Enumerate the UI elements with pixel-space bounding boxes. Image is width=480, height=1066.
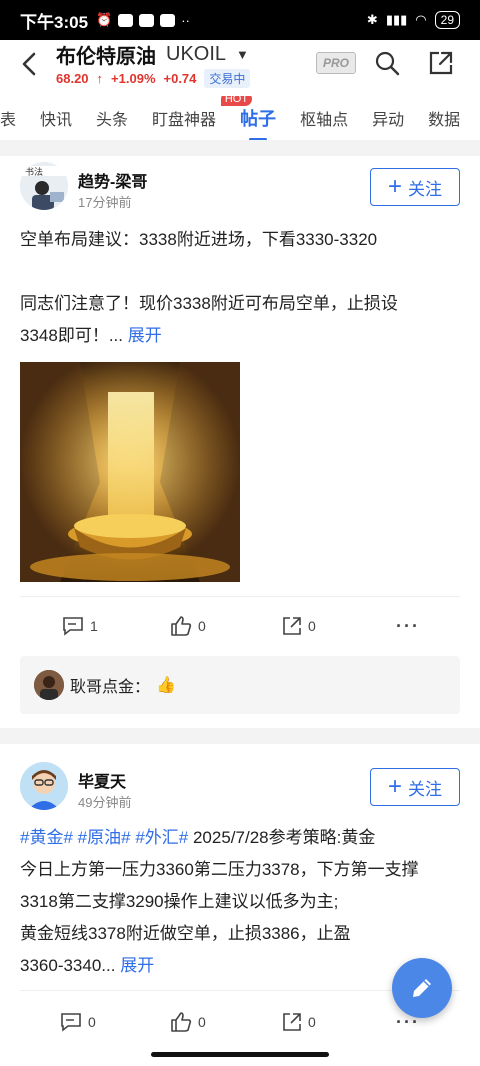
section-divider: [0, 728, 480, 744]
tab-bar: 表 快讯 头条 盯盘神器 HOT 帖子 枢轴点 异动 数据 合约: [0, 96, 480, 140]
post-line: 今日上方第一压力3360第二压力3378，下方第一支撑: [20, 860, 419, 879]
share-count: 0: [308, 1014, 316, 1030]
post-actions: 1 0 0 ···: [0, 606, 480, 646]
plus-icon: +: [387, 173, 402, 200]
search-icon[interactable]: [374, 50, 400, 76]
expand-link[interactable]: 展开: [128, 326, 162, 345]
share-icon: [283, 1013, 301, 1031]
avatar[interactable]: [20, 762, 68, 810]
bluetooth-icon: ✱: [366, 12, 378, 27]
follow-label: 关注: [408, 779, 442, 799]
tab-data[interactable]: 数据: [416, 106, 472, 130]
price-value: 68.20: [56, 71, 89, 86]
tab-contracts[interactable]: 合约: [472, 106, 480, 130]
change-absolute: +0.74: [163, 71, 197, 86]
follow-button[interactable]: + 关注: [370, 168, 460, 206]
tag-link[interactable]: #原油#: [78, 828, 131, 847]
post-author[interactable]: 毕夏天: [78, 768, 126, 792]
tab-headlines[interactable]: 头条: [84, 106, 140, 130]
signal-icon: ▮▮▮: [385, 12, 408, 27]
pencil-icon: [413, 979, 431, 997]
comment-user: 耿哥点金：: [70, 679, 151, 696]
comment-icon: [63, 617, 83, 636]
home-indicator[interactable]: [151, 1052, 329, 1057]
like-count: 0: [198, 1014, 206, 1030]
up-arrow-icon: ↑: [96, 71, 104, 86]
app-notif-icon: [118, 13, 134, 27]
thumbs-up-icon: [171, 616, 192, 636]
tab-pivot-points[interactable]: 枢轴点: [288, 106, 360, 130]
tab-monitor[interactable]: 盯盘神器 HOT: [140, 96, 253, 130]
share-icon[interactable]: [428, 50, 454, 76]
status-time: 下午3:05: [20, 12, 89, 32]
comment-button[interactable]: 0: [60, 1012, 96, 1032]
like-button[interactable]: 0: [170, 616, 206, 636]
alarm-icon: ⏰: [96, 12, 113, 27]
post-line: 空单布局建议：3338附近进场，下看3330-3320: [20, 230, 378, 249]
post-body[interactable]: 空单布局建议：3338附近进场，下看3330-3320 同志们注意了！现价333…: [20, 224, 460, 352]
tab-partial[interactable]: 表: [0, 106, 28, 130]
comment-count: 0: [88, 1014, 96, 1030]
comment-icon: [61, 1013, 81, 1032]
comment-emoji: 👍: [156, 677, 176, 694]
post-line: 2025/7/28参考策略:黄金: [192, 828, 376, 847]
expand-link[interactable]: 展开: [120, 956, 154, 975]
avatar[interactable]: 书法: [20, 162, 68, 210]
post-line: 3360-3340...: [20, 956, 116, 975]
follow-button[interactable]: + 关注: [370, 768, 460, 806]
post-image[interactable]: [20, 362, 240, 582]
post-line: 黄金短线3378附近做空单，止损3386，止盈: [20, 924, 351, 943]
plus-icon: +: [387, 773, 402, 800]
app-notif-icon: [139, 13, 155, 27]
instrument-title: 布伦特原油: [56, 46, 156, 68]
quote-header: 布伦特原油 UKOIL ▼ 68.20 ↑ +1.09% +0.74 交易中 P…: [0, 40, 480, 96]
change-percent: +1.09%: [111, 71, 156, 86]
post-line: 3318第二支撑3290操作上建议以低多为主;: [20, 892, 339, 911]
wifi-icon: ◠: [415, 12, 427, 27]
pro-button[interactable]: PRO: [316, 52, 356, 74]
trade-status-badge: 交易中: [204, 69, 251, 88]
share-icon: [283, 617, 301, 635]
share-post-button[interactable]: 0: [282, 616, 316, 636]
instrument-code[interactable]: UKOIL: [166, 43, 226, 66]
post-line: 同志们注意了！现价3338附近可布局空单，止损设: [20, 294, 398, 313]
status-bar: 下午3:05 ⏰ ·· ✱ ▮▮▮ ◠ 29: [0, 0, 480, 40]
tag-link[interactable]: #外汇#: [135, 828, 188, 847]
like-count: 0: [198, 618, 206, 634]
post-body[interactable]: #黄金# #原油# #外汇# 2025/7/28参考策略:黄金 今日上方第一压力…: [20, 822, 460, 982]
chevron-down-icon[interactable]: ▼: [236, 47, 249, 62]
follow-label: 关注: [408, 179, 442, 199]
separator: [20, 596, 460, 597]
more-dots-icon: ··: [181, 12, 190, 28]
post-line: 3348即可！...: [20, 326, 123, 345]
tab-movements[interactable]: 异动: [360, 106, 416, 130]
post-time: 49分钟前: [78, 795, 132, 810]
comment-preview[interactable]: 耿哥点金： 👍: [20, 656, 460, 714]
avatar: [34, 670, 64, 700]
battery-indicator: 29: [434, 11, 460, 29]
section-divider: [0, 140, 480, 156]
tab-posts[interactable]: 帖子: [228, 105, 288, 131]
more-options-icon[interactable]: ···: [396, 616, 420, 637]
share-post-button[interactable]: 0: [282, 1012, 316, 1032]
tab-news-flash[interactable]: 快讯: [28, 106, 84, 130]
post-author[interactable]: 趋势-梁哥: [78, 168, 147, 192]
post-time: 17分钟前: [78, 195, 132, 210]
comment-button[interactable]: 1: [62, 616, 98, 636]
share-count: 0: [308, 618, 316, 634]
notification-icons: ⏰ ··: [96, 12, 190, 28]
tab-monitor-label: 盯盘神器: [152, 112, 217, 129]
svg-text:书法: 书法: [25, 166, 43, 178]
app-notif-icon: [160, 13, 176, 27]
comment-count: 1: [90, 618, 98, 634]
thumbs-up-icon: [171, 1012, 192, 1032]
back-arrow-icon[interactable]: [16, 50, 44, 78]
like-button[interactable]: 0: [170, 1012, 206, 1032]
tag-link[interactable]: #黄金#: [20, 828, 73, 847]
compose-post-button[interactable]: [392, 958, 452, 1018]
